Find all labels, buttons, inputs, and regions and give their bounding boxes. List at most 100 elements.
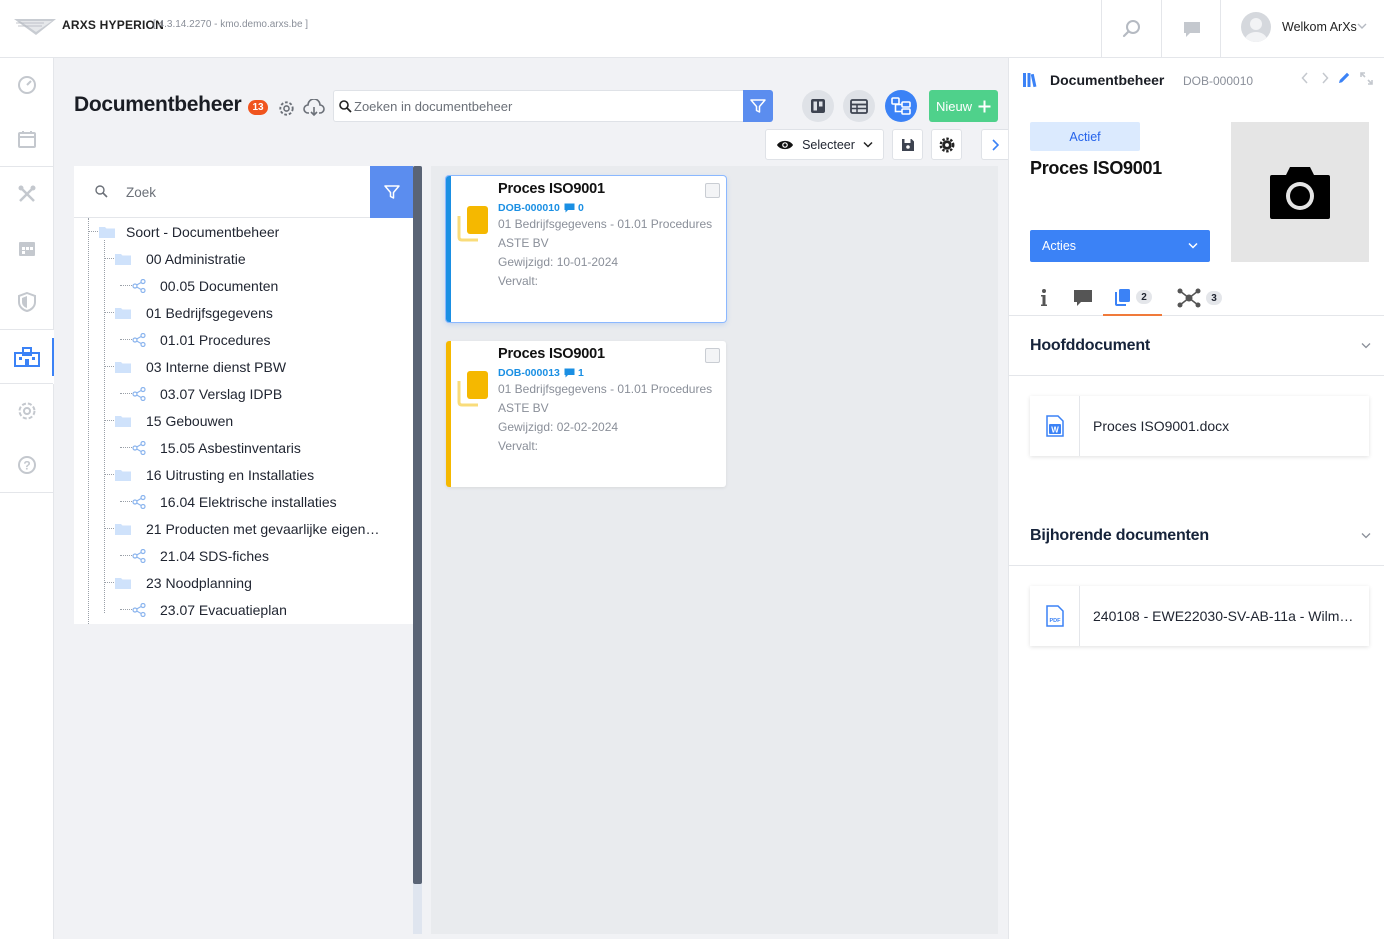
gear-icon (939, 137, 954, 152)
tree-item[interactable]: 01.01 Procedures (120, 326, 271, 353)
tree-item[interactable]: 01 Bedrijfsgegevens (104, 299, 273, 326)
related-documents-section[interactable]: Bijhorende documenten (1009, 506, 1384, 566)
svg-text:W: W (1051, 426, 1059, 435)
file-name: 240108 - EWE22030-SV-AB-11a - Wilmart - … (1093, 608, 1359, 624)
gear-icon (278, 100, 294, 116)
kanban-view-button[interactable] (802, 90, 834, 122)
search-icon (339, 100, 352, 113)
tree-view-button[interactable] (885, 90, 917, 122)
card-expires: Vervalt: (498, 274, 539, 288)
tree-item[interactable]: 03.07 Verslag IDPB (120, 380, 282, 407)
search-filter-button[interactable] (743, 90, 773, 122)
tree-item[interactable]: 21 Producten met gevaarlijke eigenschapp… (104, 515, 384, 542)
tree-item[interactable]: 16 Uitrusting en Installaties (104, 461, 314, 488)
tab-comments[interactable] (1063, 280, 1103, 316)
card-checkbox[interactable] (705, 183, 720, 198)
rail-tools[interactable] (0, 167, 54, 221)
share-node-icon (132, 278, 146, 293)
maximize-button[interactable] (1358, 70, 1374, 86)
tree-item[interactable]: 23 Noodplanning (104, 569, 252, 596)
download-button[interactable] (303, 98, 325, 118)
save-button[interactable] (892, 129, 923, 160)
share-node-icon (132, 332, 146, 347)
document-search (333, 90, 743, 122)
rail-calendar[interactable] (0, 112, 54, 166)
actions-label: Acties (1042, 239, 1077, 253)
chevron-right-icon (1322, 72, 1329, 84)
tree-root[interactable]: Soort - Documentbeheer (88, 218, 279, 245)
main-document-file[interactable]: W Proces ISO9001.docx (1030, 396, 1369, 456)
rail-help[interactable]: ? (0, 438, 54, 492)
select-button[interactable]: Selecteer (765, 129, 884, 160)
main-document-section[interactable]: Hoofddocument (1009, 316, 1384, 376)
module-settings-button[interactable] (277, 99, 295, 117)
card-checkbox[interactable] (705, 348, 720, 363)
table-view-button[interactable] (843, 90, 875, 122)
tree-item-label: 16.04 Elektrische installaties (160, 493, 337, 510)
tree-guide (120, 447, 132, 448)
user-menu[interactable]: Welkom ArXs (1220, 0, 1384, 57)
chevron-down-icon (1361, 343, 1371, 349)
tree-filter-button[interactable] (370, 166, 413, 218)
tree-item[interactable]: 16.04 Elektrische installaties (120, 488, 337, 515)
chat-button[interactable] (1161, 0, 1221, 57)
left-rail: ? (0, 58, 54, 939)
tree-item-label: 21.04 SDS-fiches (160, 547, 269, 564)
tree-guide (120, 339, 132, 340)
expand-panel-button[interactable] (981, 129, 1008, 160)
related-document-file[interactable]: PDF 240108 - EWE22030-SV-AB-11a - Wilmar… (1030, 586, 1369, 646)
tab-info[interactable] (1029, 280, 1059, 316)
rail-documents[interactable] (0, 330, 54, 384)
tree-item[interactable]: 15.05 Asbestinventaris (120, 434, 301, 461)
share-node-icon (132, 440, 146, 455)
rail-dashboard[interactable] (0, 58, 54, 112)
tree-item-label: 00.05 Documenten (160, 277, 279, 294)
tree-item-label: 21 Producten met gevaarlijke eigenschapp… (146, 520, 384, 537)
tree-item-label: 00 Administratie (146, 250, 246, 267)
tree-item[interactable]: 23.07 Evacuatieplan (120, 596, 287, 623)
document-search-input[interactable] (354, 91, 739, 121)
rail-settings[interactable] (0, 384, 54, 438)
tab-badge: 2 (1136, 290, 1152, 304)
tree-item-label: 15.05 Asbestinventaris (160, 439, 301, 456)
new-button[interactable]: Nieuw (929, 90, 998, 122)
relations-icon (1177, 288, 1201, 308)
card-modified: Gewijzigd: 10-01-2024 (498, 255, 619, 269)
edit-button[interactable] (1336, 70, 1352, 86)
tab-documents[interactable]: 2 (1103, 280, 1162, 316)
tree-item[interactable]: 15 Gebouwen (104, 407, 233, 434)
tree-item[interactable]: 21.04 SDS-fiches (120, 542, 269, 569)
actions-dropdown[interactable]: Acties (1030, 230, 1210, 262)
card-title: Proces ISO9001 (498, 346, 605, 362)
next-record-button[interactable] (1318, 70, 1332, 86)
top-bar: ARXS HYPERION [ 4.3.14.2270 - kmo.demo.a… (0, 0, 1384, 58)
document-card[interactable]: Proces ISO9001 DOB-000013 1 01 Bedrijfsgege… (446, 341, 726, 487)
detail-name: Proces ISO9001 (1030, 158, 1162, 178)
tree-item[interactable]: 00 Administratie (104, 245, 246, 272)
tree-search-input[interactable] (126, 180, 356, 204)
global-search-button[interactable] (1101, 0, 1161, 57)
word-file-icon: W (1045, 415, 1064, 437)
rail-safety[interactable] (0, 275, 54, 329)
rail-planning[interactable] (0, 221, 54, 275)
share-node-icon (132, 386, 146, 401)
document-card[interactable]: Proces ISO9001 DOB-000010 0 01 Bedrijfsgege… (446, 176, 726, 322)
tree-item-label: 03 Interne dienst PBW (146, 358, 287, 375)
previous-record-button[interactable] (1298, 70, 1312, 86)
tree-scrollbar-thumb[interactable] (413, 166, 422, 884)
tree-scrollbar[interactable] (413, 166, 422, 934)
card-expires: Vervalt: (498, 439, 539, 453)
eye-icon (777, 140, 794, 149)
tree-item[interactable]: 03 Interne dienst PBW (104, 353, 286, 380)
user-greeting: Welkom ArXs (1282, 20, 1357, 34)
chevron-down-icon (1357, 23, 1367, 29)
detail-tabs: 2 3 (1009, 280, 1384, 316)
tab-relations[interactable]: 3 (1167, 280, 1232, 316)
view-settings-button[interactable] (931, 129, 962, 160)
category-tree: Soort - Documentbeheer 00 Administratie 0… (74, 218, 413, 624)
comment-icon (564, 368, 575, 378)
card-title: Proces ISO9001 (498, 181, 605, 197)
chevron-left-icon (1301, 72, 1308, 84)
tree-item[interactable]: 00.05 Documenten (120, 272, 278, 299)
image-placeholder[interactable] (1231, 122, 1369, 262)
